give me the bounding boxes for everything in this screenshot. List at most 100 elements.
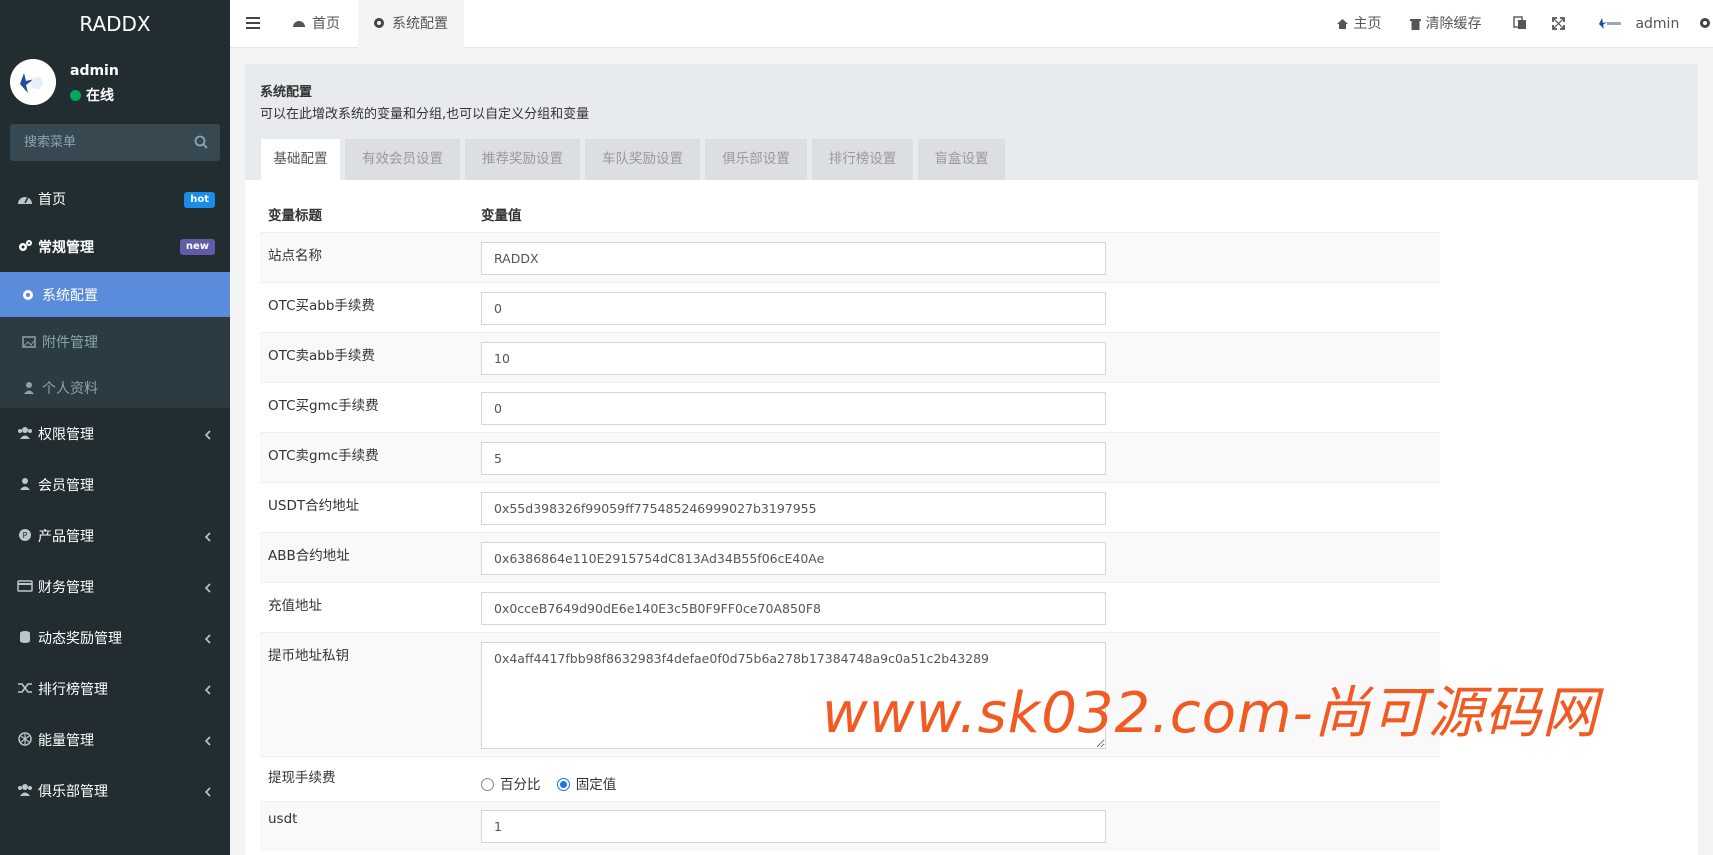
dashboard-icon: [18, 196, 32, 204]
sidebar-item-system-config[interactable]: 系统配置: [0, 272, 230, 317]
dashboard-icon: [293, 21, 305, 27]
chevron-left-icon: [204, 430, 211, 440]
deposit-address-input[interactable]: [481, 592, 1106, 625]
chevron-left-icon: [204, 634, 211, 644]
usdt-input[interactable]: [481, 810, 1106, 843]
panel-description: 可以在此增改系统的变量和分组,也可以自定义分组和变量: [260, 107, 590, 122]
table-header: 变量标题 变量值: [260, 192, 1440, 232]
tab-referral-reward[interactable]: 推荐奖励设置: [465, 139, 580, 180]
abb-contract-input[interactable]: [481, 542, 1106, 575]
chevron-left-icon: [204, 787, 211, 797]
tab-system-config[interactable]: 系统配置: [358, 0, 464, 48]
top-navbar: 首页 系统配置 主页 清除缓存 admin: [230, 0, 1713, 48]
usdt-contract-input[interactable]: [481, 492, 1106, 525]
brand-logo[interactable]: RADDX: [0, 0, 230, 48]
users-icon: [18, 427, 32, 439]
table-row: usdt: [260, 801, 1440, 851]
clear-cache-button[interactable]: 清除缓存: [1410, 0, 1481, 48]
sidebar-item-attachments[interactable]: 附件管理: [0, 317, 230, 363]
chevron-left-icon: [204, 736, 211, 746]
chevron-left-icon: [204, 685, 211, 695]
sidebar-item-members[interactable]: 会员管理: [0, 459, 230, 510]
avatar: [10, 59, 56, 105]
random-icon: [18, 683, 32, 693]
tab-valid-member[interactable]: 有效会员设置: [345, 139, 460, 180]
otc-buy-gmc-fee-input[interactable]: [481, 392, 1106, 425]
table-row: 站点名称: [260, 232, 1440, 282]
settings-button[interactable]: [1698, 0, 1713, 48]
hot-badge: hot: [184, 192, 215, 208]
sidebar: RADDX admin 在线 首页 hot 常规管理 new 系统配置: [0, 0, 230, 855]
gear-icon: [374, 18, 384, 28]
sidebar-item-leaderboard[interactable]: 排行榜管理: [0, 663, 230, 714]
database-icon: [20, 631, 30, 643]
table-row: 提现手续费 百分比 固定值: [260, 756, 1440, 801]
sidebar-menu: 首页 hot 常规管理 new 系统配置 附件管理 个人资料 权限管理 会员管理…: [0, 174, 230, 816]
tab-club[interactable]: 俱乐部设置: [705, 139, 807, 180]
otc-buy-abb-fee-input[interactable]: [481, 292, 1106, 325]
home-icon: [1337, 19, 1348, 29]
translate-button[interactable]: [1513, 0, 1527, 48]
panel-heading: 系统配置 可以在此增改系统的变量和分组,也可以自定义分组和变量 基础配置 有效会…: [245, 64, 1698, 180]
watermark: www.sk032.com-尚可源码网: [822, 681, 1599, 746]
snowflake-icon: [18, 732, 32, 746]
submenu-general: 系统配置 附件管理 个人资料: [0, 272, 230, 408]
hamburger-icon[interactable]: [246, 17, 260, 29]
tab-blind-box[interactable]: 盲盒设置: [918, 139, 1005, 180]
radio-percent[interactable]: [481, 778, 494, 791]
user-name: admin: [70, 63, 119, 79]
online-dot-icon: [70, 90, 81, 101]
table-row: OTC卖gmc手续费: [260, 432, 1440, 482]
otc-sell-abb-fee-input[interactable]: [481, 342, 1106, 375]
user-icon: [20, 478, 30, 490]
product-icon: P: [19, 529, 31, 541]
tab-leaderboard[interactable]: 排行榜设置: [812, 139, 913, 180]
home-link[interactable]: 主页: [1336, 0, 1381, 48]
col-title: 变量标题: [268, 208, 322, 224]
expand-icon: [1552, 17, 1565, 30]
sidebar-item-dynamic-rewards[interactable]: 动态奖励管理: [0, 612, 230, 663]
gear-icon: [23, 290, 33, 300]
users-icon: [18, 784, 32, 796]
sidebar-item-energy[interactable]: 能量管理: [0, 714, 230, 765]
fullscreen-button[interactable]: [1552, 0, 1565, 48]
search-icon[interactable]: [194, 135, 208, 149]
credit-card-icon: [17, 580, 33, 592]
table-row: OTC买abb手续费: [260, 282, 1440, 332]
search-input[interactable]: [10, 124, 180, 161]
chevron-left-icon: [204, 583, 211, 593]
table-row: OTC买gmc手续费: [260, 382, 1440, 432]
table-row: OTC卖abb手续费: [260, 332, 1440, 382]
chevron-left-icon: [204, 532, 211, 542]
tab-basic-config[interactable]: 基础配置: [261, 139, 340, 180]
radio-fixed[interactable]: [556, 778, 570, 791]
sidebar-item-general[interactable]: 常规管理 new: [0, 221, 230, 272]
table-row: USDT合约地址: [260, 482, 1440, 532]
menu-search: [10, 124, 220, 161]
panel-title: 系统配置: [260, 85, 313, 100]
sidebar-item-finance[interactable]: 财务管理: [0, 561, 230, 612]
col-value: 变量值: [481, 208, 522, 224]
translate-icon: [1513, 16, 1526, 29]
site-name-input[interactable]: [481, 242, 1106, 275]
table-row: ABB合约地址: [260, 532, 1440, 582]
sidebar-item-products[interactable]: P 产品管理: [0, 510, 230, 561]
sidebar-item-profile[interactable]: 个人资料: [0, 363, 230, 408]
user-panel: admin 在线: [0, 48, 230, 116]
user-icon: [24, 382, 34, 394]
tab-home[interactable]: 首页: [278, 0, 358, 48]
svg-text:P: P: [23, 531, 28, 540]
sidebar-item-club[interactable]: 俱乐部管理: [0, 765, 230, 816]
tab-team-reward[interactable]: 车队奖励设置: [585, 139, 700, 180]
user-menu[interactable]: admin: [1597, 0, 1679, 48]
table-row: 充值地址: [260, 582, 1440, 632]
sidebar-item-permissions[interactable]: 权限管理: [0, 408, 230, 459]
user-status: 在线: [70, 85, 114, 105]
new-badge: new: [179, 239, 215, 255]
trash-icon: [1410, 19, 1421, 30]
withdraw-fee-type: 百分比 固定值: [481, 773, 616, 793]
otc-sell-gmc-fee-input[interactable]: [481, 442, 1106, 475]
cogs-icon: [1700, 18, 1710, 28]
config-table: 变量标题 变量值 站点名称 OTC买abb手续费 OTC卖abb手续费 OTC买…: [260, 192, 1440, 851]
sidebar-item-home[interactable]: 首页 hot: [0, 174, 230, 221]
